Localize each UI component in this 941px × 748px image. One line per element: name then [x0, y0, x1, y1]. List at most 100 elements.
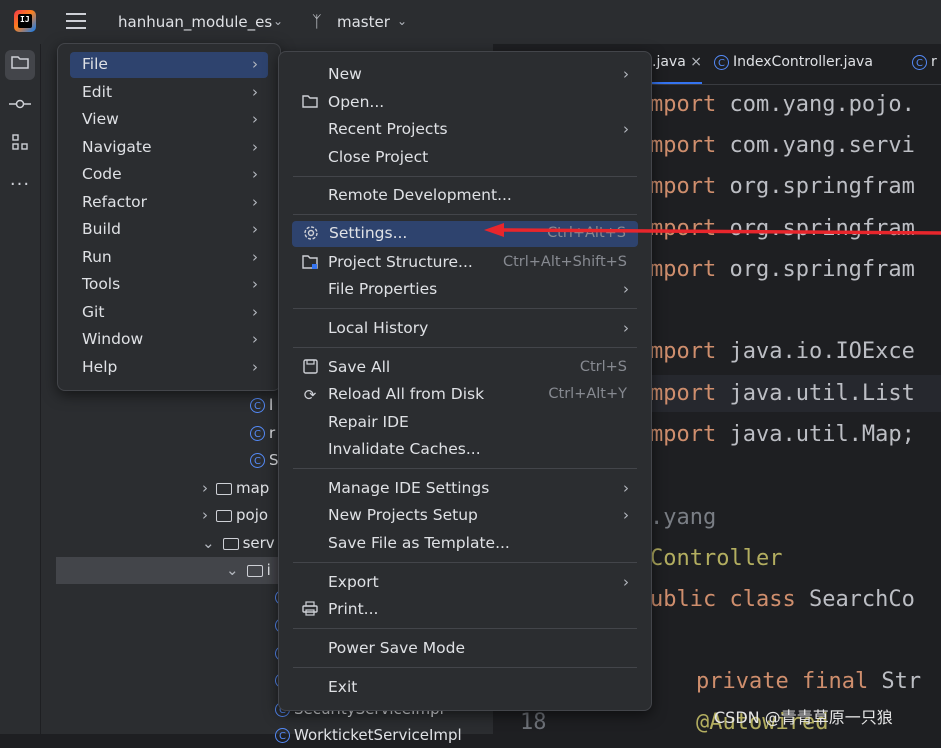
chevron-down-icon[interactable]: ⌄: [202, 534, 215, 552]
tab-index-controller[interactable]: C IndexController.java: [714, 54, 873, 70]
tree-item[interactable]: CS: [250, 447, 279, 473]
folder-icon: [301, 94, 319, 112]
tree-item[interactable]: Cl: [250, 392, 273, 418]
main-menu-icon[interactable]: [66, 13, 86, 29]
menu-item-export[interactable]: Export ›: [291, 570, 639, 596]
tree-folder[interactable]: › map: [202, 475, 269, 501]
commit-icon[interactable]: [5, 90, 35, 120]
chevron-right-icon: ›: [623, 573, 629, 591]
menu-item-file-properties[interactable]: File Properties ›: [291, 277, 639, 303]
menu-item-help[interactable]: Help ›: [70, 355, 268, 381]
menu-item-reload-from-disk[interactable]: ⟳ Reload All from Disk Ctrl+Alt+Y: [291, 382, 639, 408]
class-icon: C: [250, 453, 265, 468]
menu-item-build[interactable]: Build ›: [70, 217, 268, 243]
chevron-right-icon: ›: [252, 110, 258, 128]
menu-separator: [293, 628, 637, 629]
menu-item-remote-development[interactable]: Remote Development...: [291, 183, 639, 209]
menu-item-close-project[interactable]: Close Project: [291, 145, 639, 171]
menu-separator: [293, 562, 637, 563]
menu-item-manage-ide-settings[interactable]: Manage IDE Settings ›: [291, 476, 639, 502]
menu-item-refactor[interactable]: Refactor ›: [70, 190, 268, 216]
chevron-right-icon: ›: [252, 330, 258, 348]
project-folder-icon[interactable]: [5, 50, 35, 80]
chevron-down-icon[interactable]: ⌄: [397, 14, 407, 28]
menu-item-recent-projects[interactable]: Recent Projects ›: [291, 117, 639, 143]
menu-item-new[interactable]: New ›: [291, 62, 639, 88]
tool-window-strip: ···: [0, 44, 41, 734]
menu-item-code[interactable]: Code ›: [70, 162, 268, 188]
code-line: mport java.io.IOExce: [650, 339, 915, 364]
chevron-right-icon: ›: [252, 165, 258, 183]
menu-separator: [293, 308, 637, 309]
code-line: mport com.yang.pojo.: [650, 92, 915, 117]
code-line: mport com.yang.servi: [650, 133, 915, 158]
code-line: .yang: [650, 505, 717, 530]
menu-item-edit[interactable]: Edit ›: [70, 80, 268, 106]
folder-icon: [216, 482, 232, 495]
menu-item-exit[interactable]: Exit: [291, 675, 639, 701]
structure-icon[interactable]: [5, 130, 35, 160]
menu-item-git[interactable]: Git ›: [70, 300, 268, 326]
code-line: mport java.util.List: [650, 381, 915, 406]
menu-item-run[interactable]: Run ›: [70, 245, 268, 271]
folder-icon: [216, 509, 232, 522]
project-selector[interactable]: hanhuan_module_es: [118, 13, 272, 31]
menu-separator: [293, 347, 637, 348]
chevron-right-icon: ›: [623, 280, 629, 298]
app-logo-icon[interactable]: IJ: [14, 10, 36, 32]
chevron-right-icon: ›: [252, 358, 258, 376]
folder-icon: [222, 537, 239, 550]
menu-item-new-projects-setup[interactable]: New Projects Setup ›: [291, 503, 639, 529]
tab-next[interactable]: Cr: [912, 54, 937, 70]
tree-folder[interactable]: › pojo: [202, 502, 268, 528]
chevron-right-icon[interactable]: ›: [202, 479, 208, 497]
chevron-down-icon[interactable]: ⌄: [273, 14, 283, 28]
menu-separator: [293, 667, 637, 668]
menu-separator: [293, 176, 637, 177]
chevron-right-icon: ›: [252, 303, 258, 321]
menu-item-save-as-template[interactable]: Save File as Template...: [291, 531, 639, 557]
menu-item-project-structure[interactable]: Project Structure... Ctrl+Alt+Shift+S: [291, 250, 639, 276]
menu-item-print[interactable]: Print...: [291, 597, 639, 623]
tree-item[interactable]: Cr: [250, 420, 275, 446]
chevron-right-icon[interactable]: ›: [202, 506, 208, 524]
chevron-right-icon: ›: [623, 506, 629, 524]
folder-icon: [246, 564, 263, 577]
menu-item-view[interactable]: View ›: [70, 107, 268, 133]
code-line: mport java.util.Map;: [650, 422, 915, 447]
menu-item-open[interactable]: Open...: [291, 90, 639, 116]
code-line: mport org.springfram: [650, 174, 915, 199]
menu-item-window[interactable]: Window ›: [70, 327, 268, 353]
tab-current[interactable]: .java ×: [652, 54, 702, 70]
menu-item-power-save-mode[interactable]: Power Save Mode: [291, 636, 639, 662]
more-icon[interactable]: ···: [5, 170, 35, 200]
chevron-right-icon: ›: [252, 248, 258, 266]
chevron-right-icon: ›: [252, 220, 258, 238]
tree-item[interactable]: C WorkticketServiceImpl: [275, 722, 462, 748]
title-bar: IJ hanhuan_module_es ⌄ ᛉ master ⌄: [0, 0, 941, 44]
printer-icon: [301, 601, 319, 619]
chevron-right-icon: ›: [623, 65, 629, 83]
tree-folder[interactable]: ⌄ i: [226, 557, 271, 583]
tree-folder[interactable]: ⌄ serv: [202, 530, 275, 556]
save-icon: [301, 359, 319, 377]
project-structure-icon: [301, 254, 319, 272]
red-arrow-annotation: [484, 223, 941, 237]
close-icon[interactable]: ×: [690, 54, 702, 70]
chevron-down-icon[interactable]: ⌄: [226, 561, 239, 579]
menu-item-repair-ide[interactable]: Repair IDE: [291, 410, 639, 436]
class-icon: C: [275, 728, 290, 743]
code-line: Controller: [650, 546, 783, 571]
main-menu: File › Edit › View › Navigate › Code › Refact…: [57, 43, 281, 391]
menu-item-file[interactable]: File ›: [70, 52, 268, 78]
watermark: CSDN @青青草原一只狼: [714, 708, 893, 727]
branch-selector[interactable]: master: [337, 13, 390, 31]
menu-item-tools[interactable]: Tools ›: [70, 272, 268, 298]
branch-icon: ᛉ: [312, 12, 322, 31]
menu-item-invalidate-caches[interactable]: Invalidate Caches...: [291, 437, 639, 463]
menu-item-save-all[interactable]: Save All Ctrl+S: [291, 355, 639, 381]
menu-item-local-history[interactable]: Local History ›: [291, 316, 639, 342]
menu-item-navigate[interactable]: Navigate ›: [70, 135, 268, 161]
gear-icon: [302, 225, 320, 243]
line-number: 18: [520, 710, 547, 735]
